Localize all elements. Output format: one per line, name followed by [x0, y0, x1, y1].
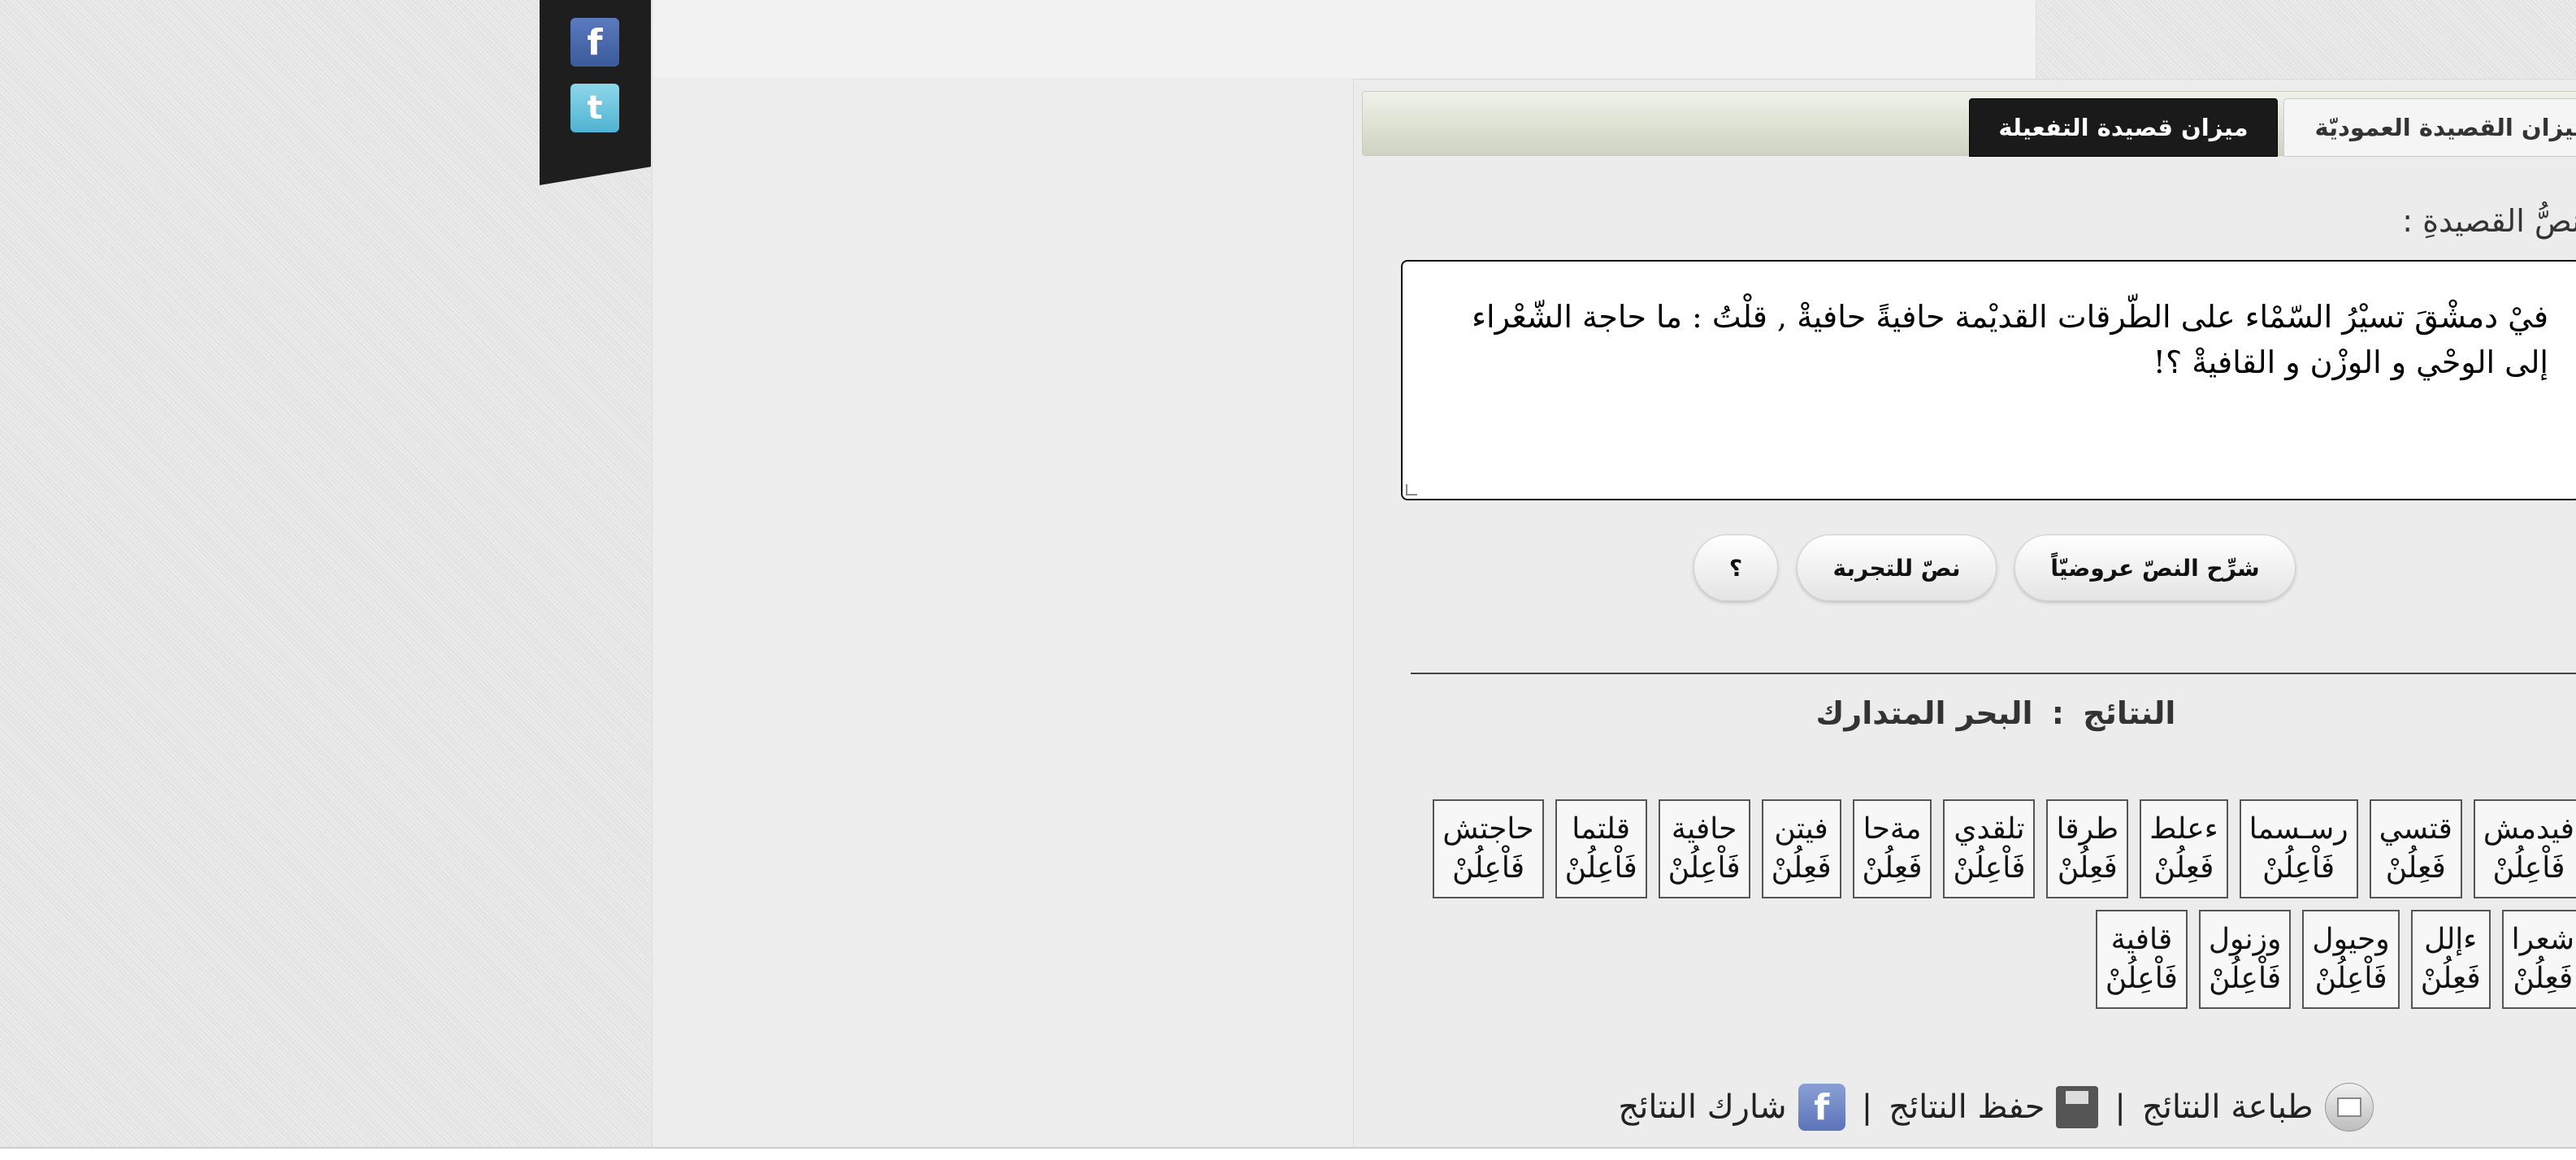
facebook-icon[interactable]: f — [570, 18, 619, 67]
foot-cell: حافية فَاْعِلُنْ — [1658, 799, 1750, 898]
foot-pattern: فَعِلُنْ — [2513, 962, 2574, 995]
foot-cell: مةحا فَعِلُنْ — [1852, 799, 1932, 898]
twitter-icon[interactable]: t — [570, 84, 619, 132]
save-icon — [2056, 1086, 2099, 1128]
foot-word: فيتن — [1774, 812, 1828, 846]
foot-pattern: فَاْعِلُنْ — [1564, 851, 1637, 885]
analyze-button[interactable]: شرِّح النصّ عروضيّاً — [2014, 535, 2296, 601]
foot-word: قافية — [2110, 923, 2173, 956]
footer-separator: | — [1861, 1089, 1873, 1126]
foot-word: رسـسما — [2249, 812, 2348, 846]
help-button[interactable]: ؟ — [1693, 535, 1778, 601]
share-results-link[interactable]: f شارك النتائج — [1618, 1084, 1845, 1131]
foot-word: حافية — [1671, 812, 1737, 846]
foot-pattern: فَاْعِلُنْ — [2492, 851, 2565, 885]
foot-word: مةحا — [1863, 812, 1922, 846]
tab-free-verse-poem[interactable]: ميزان قصيدة التفعيلة — [1969, 98, 2278, 157]
tab-bar: ميزان القصيدة العموديّة ميزان قصيدة التف… — [1362, 91, 2576, 157]
foot-pattern: فَاْعِلُنْ — [1667, 851, 1741, 885]
foot-word: ءإلل — [2424, 923, 2478, 956]
foot-cell: تلقدي فَاْعِلُنْ — [1943, 799, 2036, 898]
poem-text: فيْ دمشْقَ تسيْرُ السّمْاء على الطّرقات … — [1472, 299, 2548, 380]
foot-cell: قتسي فَعِلُنْ — [2369, 799, 2462, 898]
foot-cell: قافية فَاْعِلُنْ — [2095, 910, 2188, 1009]
foot-pattern: فَاْعِلُنْ — [1452, 851, 1525, 885]
foot-word: وزنول — [2208, 923, 2282, 956]
foot-word: وحيول — [2312, 923, 2390, 956]
foot-pattern: فَاْعِلُنْ — [2209, 962, 2282, 995]
foot-cell: وحيول فَاْعِلُنْ — [2302, 910, 2400, 1009]
foot-pattern: فَعِلُنْ — [2057, 851, 2118, 885]
page-container: ميزان القصيدة العموديّة ميزان قصيدة التف… — [652, 0, 2576, 1159]
foot-pattern: فَاْعِلُنْ — [2314, 962, 2387, 995]
poem-textarea[interactable]: فيْ دمشْقَ تسيْرُ السّمْاء على الطّرقات … — [1401, 260, 2576, 500]
foot-pattern: فَعِلُنْ — [1771, 851, 1832, 885]
foot-pattern: فَاْعِلُنْ — [1953, 851, 2026, 885]
print-icon — [2324, 1083, 2374, 1132]
foot-pattern: فَاْعِلُنْ — [2105, 962, 2178, 995]
foot-cell: شعرا فَعِلُنْ — [2501, 910, 2576, 1009]
page-header-area — [653, 0, 2036, 78]
share-results-label: شارك النتائج — [1618, 1089, 1787, 1126]
foot-word: طرقا — [2056, 812, 2119, 846]
print-results-label: طباعة النتائج — [2141, 1089, 2314, 1126]
poem-label: نصُّ القصيدةِ : — [2402, 203, 2576, 239]
print-results-link[interactable]: طباعة النتائج — [2142, 1083, 2374, 1132]
foot-pattern: فَعِلُنْ — [2420, 962, 2481, 995]
results-separator: : — [2051, 695, 2064, 731]
foot-word: تلقدي — [1954, 812, 2025, 846]
foot-cell: قلتما فَاْعِلُنْ — [1555, 799, 1647, 898]
foot-cell: ءإلل فَعِلُنْ — [2410, 910, 2491, 1009]
results-heading: النتائج — [2083, 695, 2176, 731]
foot-pattern: فَعِلُنْ — [1862, 851, 1923, 885]
save-results-link[interactable]: حفظ النتائج — [1889, 1086, 2099, 1128]
tab-classical-poem[interactable]: ميزان القصيدة العموديّة — [2283, 98, 2576, 157]
results-title: النتائج : البحر المتدارك — [1354, 695, 2576, 731]
divider — [1411, 673, 2576, 674]
foot-cell: فيدمش فَاْعِلُنْ — [2473, 799, 2576, 898]
foot-word: ءعلط — [2149, 812, 2218, 846]
save-results-label: حفظ النتائج — [1889, 1089, 2045, 1126]
foot-word: فيدمش — [2483, 812, 2574, 846]
foot-word: شعرا — [2511, 923, 2574, 956]
foot-pattern: فَعِلُنْ — [2153, 851, 2214, 885]
foot-cell: فيتن فَعِلُنْ — [1761, 799, 1841, 898]
foot-cell: حاجتش فَاْعِلُنْ — [1433, 799, 1544, 898]
foot-word: قتسي — [2379, 812, 2452, 846]
foot-cell: رسـسما فَاْعِلُنْ — [2239, 799, 2358, 898]
foot-cell: ءعلط فَعِلُنْ — [2140, 799, 2228, 898]
facebook-share-icon: f — [1798, 1084, 1845, 1131]
foot-cell: وزنول فَاْعِلُنْ — [2198, 910, 2292, 1009]
foot-word: حاجتش — [1442, 812, 1534, 846]
sample-text-button[interactable]: نصّ للتجربة — [1797, 535, 1997, 601]
social-sidebar: f t — [540, 0, 651, 185]
results-meter: البحر المتدارك — [1815, 695, 2033, 731]
results-actions: طباعة النتائج | حفظ النتائج | f شارك الن… — [1354, 1075, 2576, 1140]
foot-pattern: فَعِلُنْ — [2385, 851, 2446, 885]
foot-word: قلتما — [1572, 812, 1631, 846]
footer-separator: | — [2114, 1089, 2126, 1126]
main-panel: ميزان القصيدة العموديّة ميزان قصيدة التف… — [1353, 79, 2576, 1159]
resize-handle[interactable] — [1406, 484, 1417, 496]
foot-cell: طرقا فَعِلُنْ — [2046, 799, 2129, 898]
results-grid: فيدمش فَاْعِلُنْ قتسي فَعِلُنْ رسـسما فَاْعِل… — [1419, 799, 2576, 1009]
foot-pattern: فَاْعِلُنْ — [2262, 851, 2335, 885]
